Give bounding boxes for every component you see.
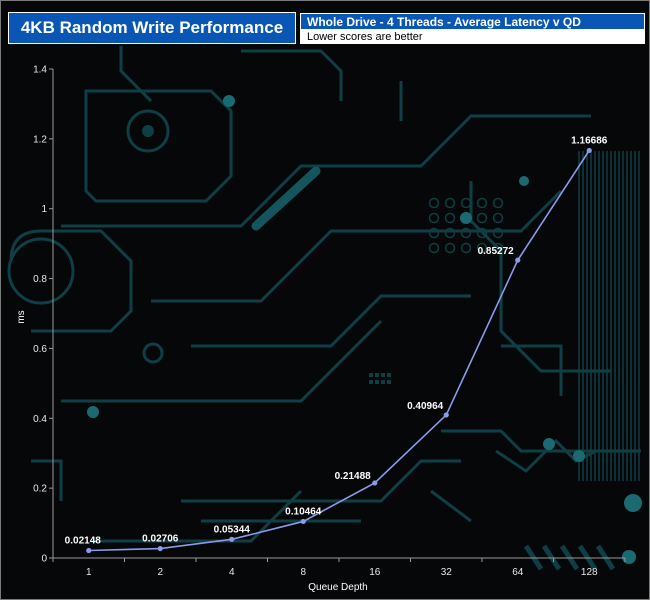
x-tick-label: 128 xyxy=(581,567,598,578)
circuit-pad xyxy=(543,438,555,450)
circuit-pad xyxy=(492,212,504,224)
circuit-pad xyxy=(369,380,373,384)
x-tick-label: 64 xyxy=(512,567,524,578)
circuit-pad xyxy=(519,176,529,186)
circuit-trace xyxy=(191,294,471,348)
chart-axes xyxy=(52,69,625,559)
data-label: 0.02148 xyxy=(65,535,102,546)
chart-frame: 4KB Random Write Performance Whole Drive… xyxy=(0,0,650,600)
circuit-pad xyxy=(573,450,585,462)
circuit-trace xyxy=(31,459,63,501)
circuit-pad xyxy=(492,197,504,209)
circuit-pad xyxy=(381,373,385,377)
circuit-trace xyxy=(91,489,303,543)
y-tick-label: 0.6 xyxy=(33,344,47,355)
data-label: 1.16686 xyxy=(571,135,608,146)
y-axis-label: ms xyxy=(16,310,27,323)
circuit-trace xyxy=(119,46,153,103)
circuit-pad xyxy=(428,242,440,254)
data-point xyxy=(300,518,306,525)
circuit-pad xyxy=(428,197,440,209)
circuit-pad xyxy=(375,373,379,377)
circuit-pad xyxy=(387,373,391,377)
x-tick-label: 32 xyxy=(441,567,453,578)
x-tick-label: 8 xyxy=(300,567,306,578)
data-label: 0.10464 xyxy=(285,506,322,517)
circuit-trace xyxy=(430,489,472,523)
circuit-pad xyxy=(7,237,75,305)
y-tick-label: 0.8 xyxy=(33,274,47,285)
circuit-pad xyxy=(87,406,99,418)
circuit-pad xyxy=(476,212,488,224)
y-tick-label: 0.2 xyxy=(33,484,47,495)
circuit-pad xyxy=(476,197,488,209)
data-point xyxy=(515,257,521,263)
circuit-pad xyxy=(460,212,472,224)
x-axis-label: Queue Depth xyxy=(308,582,368,593)
circuit-trace xyxy=(61,114,591,228)
x-tick-label: 4 xyxy=(229,567,235,578)
circuit-pad xyxy=(428,212,440,224)
y-tick-label: 1.2 xyxy=(33,134,47,145)
data-point xyxy=(157,545,163,552)
y-tick-label: 1.4 xyxy=(33,65,47,76)
circuit-pad xyxy=(369,373,373,377)
y-tick-label: 0 xyxy=(41,554,47,565)
circuit-trace xyxy=(61,319,383,403)
circuit-pad xyxy=(142,125,154,137)
circuit-pad xyxy=(460,197,472,209)
circuit-pad xyxy=(223,95,235,107)
circuit-pad xyxy=(387,380,391,384)
data-label: 0.21488 xyxy=(335,471,372,482)
x-tick-label: 1 xyxy=(86,567,92,578)
data-point xyxy=(229,536,235,542)
circuit-pad xyxy=(460,242,472,254)
data-label: 0.40964 xyxy=(407,401,444,412)
circuit-trace xyxy=(181,459,461,503)
x-tick-label: 2 xyxy=(157,567,163,578)
y-tick-label: 0.4 xyxy=(33,414,47,425)
data-label: 0.02706 xyxy=(142,534,179,545)
circuit-pad xyxy=(444,197,456,209)
circuit-trace xyxy=(84,89,233,203)
data-point xyxy=(443,412,449,418)
circuit-pad xyxy=(381,380,385,384)
circuit-pad xyxy=(624,494,642,512)
circuit-pad xyxy=(375,380,379,384)
x-tick-label: 16 xyxy=(369,567,381,578)
data-label: 0.85272 xyxy=(478,246,515,257)
series-line xyxy=(88,149,590,552)
data-point xyxy=(586,147,592,154)
data-point xyxy=(86,547,92,554)
y-tick-label: 1 xyxy=(41,204,47,215)
line-chart: 0 0.2 0.4 0.6 0.8 1 1.2 1.4 1 2 4 8 16 32 64 128 0.0214… xyxy=(7,46,642,593)
data-point xyxy=(372,480,378,486)
circuit-background xyxy=(7,46,642,571)
circuit-pad xyxy=(444,242,456,254)
circuit-pad xyxy=(622,550,636,564)
circuit-trace xyxy=(241,49,343,101)
circuit-pad xyxy=(142,342,164,364)
data-label: 0.05344 xyxy=(214,524,251,535)
circuit-pad xyxy=(444,212,456,224)
